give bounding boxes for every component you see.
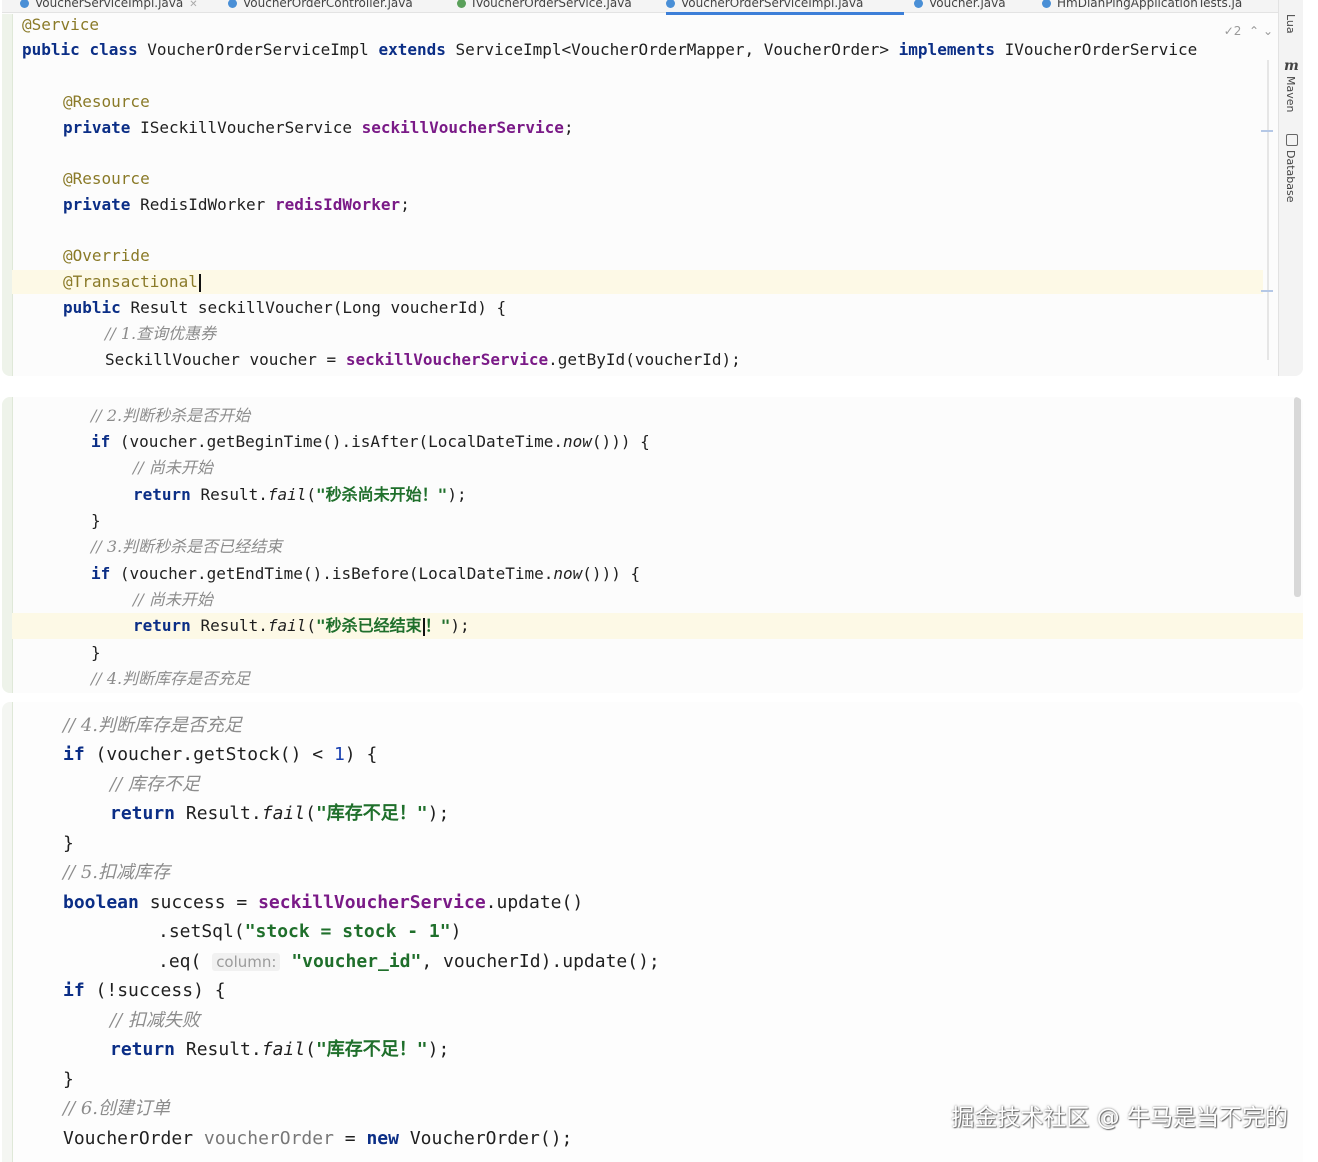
code-line: @Service: [22, 15, 100, 34]
code-line: @Resource: [63, 169, 150, 188]
code-line: // 2.判断秒杀是否开始: [91, 406, 251, 425]
code-line: }: [91, 511, 101, 530]
editor-tab-bar: VoucherServiceImpl.java ✕ VoucherOrderCon…: [2, 0, 1303, 15]
code-line: }: [63, 1069, 74, 1090]
chevron-up-icon[interactable]: ⌃: [1249, 24, 1259, 38]
tab-application-tests[interactable]: HmDianPingApplicationTests.ja: [1042, 0, 1264, 12]
code-line: // 尚未开始: [133, 458, 213, 477]
editor-panel-middle: // 2.判断秒杀是否开始 if (voucher.getBeginTime()…: [2, 397, 1303, 693]
code-line: return Result.fail("秒杀已经结束 ！");: [133, 616, 470, 636]
code-line: // 6.创建订单: [63, 1098, 171, 1119]
code-line: .eq( column: "voucher_id", voucherId).up…: [158, 951, 660, 972]
tab-voucher[interactable]: Voucher.java: [914, 0, 1032, 12]
code-line: }: [63, 833, 74, 854]
sidebar-database[interactable]: Database: [1284, 150, 1297, 203]
java-class-icon: [914, 0, 923, 8]
java-interface-icon: [457, 0, 466, 8]
maven-icon: m: [1284, 58, 1299, 74]
sidebar-maven[interactable]: Maven: [1284, 76, 1297, 112]
code-line: if (voucher.getStock() < 1) {: [63, 744, 378, 765]
tab-voucher-service-impl[interactable]: VoucherServiceImpl.java ✕: [20, 0, 220, 12]
text-caret: [198, 273, 201, 292]
code-line: @Resource: [63, 92, 150, 111]
code-line: // 1.查询优惠券: [105, 324, 217, 343]
code-line: .setSql("stock = stock - 1"): [158, 921, 462, 942]
code-line: // 4.判断库存是否充足: [63, 715, 243, 736]
editor-gutter: [2, 397, 13, 693]
java-class-icon: [666, 0, 675, 8]
code-line: if (!success) {: [63, 980, 226, 1001]
sidebar-lua[interactable]: Lua: [1284, 14, 1297, 34]
java-class-icon: [228, 0, 237, 8]
code-line: private RedisIdWorker redisIdWorker;: [63, 195, 410, 214]
code-line: if (voucher.getEndTime().isBefore(LocalD…: [91, 564, 641, 583]
code-line: // 尚未开始: [133, 590, 213, 609]
code-line: boolean success = seckillVoucherService.…: [63, 892, 584, 913]
right-tool-sidebar: Lua m Maven Database: [1278, 0, 1303, 376]
watermark: 掘金技术社区 @ 牛马是当不完的: [951, 1105, 1288, 1131]
code-line: return Result.fail("库存不足！");: [110, 803, 450, 824]
stripe-marker[interactable]: [1261, 130, 1273, 132]
code-line: // 4.判断库存是否充足: [91, 669, 251, 688]
java-class-icon: [1042, 0, 1051, 8]
editor-gutter: [2, 702, 13, 1162]
vertical-scrollbar[interactable]: [1294, 397, 1301, 597]
editor-panel-bottom: // 4.判断库存是否充足 if (voucher.getStock() < 1…: [2, 702, 1303, 1162]
code-line: private ISeckillVoucherService seckillVo…: [63, 118, 574, 137]
code-line: // 扣减失败: [110, 1010, 200, 1031]
code-line: public class VoucherOrderServiceImpl ext…: [22, 40, 1198, 59]
code-line: return Result.fail("秒杀尚未开始！");: [133, 485, 467, 504]
error-stripe[interactable]: [1267, 60, 1269, 360]
code-line: public Result seckillVoucher(Long vouche…: [63, 298, 507, 317]
code-line: return Result.fail("库存不足！");: [110, 1039, 450, 1060]
code-line: // 3.判断秒杀是否已经结束: [91, 537, 283, 556]
code-line: // 5.扣减库存: [63, 862, 171, 883]
java-class-icon: [20, 0, 29, 8]
code-line: if (voucher.getBeginTime().isAfter(Local…: [91, 432, 650, 451]
close-icon[interactable]: ✕: [189, 0, 197, 10]
code-line: }: [91, 643, 101, 662]
inspection-widget[interactable]: ✓2 ⌃ ⌄: [1224, 24, 1273, 38]
stripe-marker[interactable]: [1261, 290, 1273, 292]
tab-voucher-order-controller[interactable]: VoucherOrderController.java: [228, 0, 448, 12]
code-line: SeckillVoucher voucher = seckillVoucherS…: [105, 350, 741, 369]
tab-ivoucher-order-service[interactable]: IVoucherOrderService.java: [457, 0, 657, 12]
editor-panel-top: VoucherServiceImpl.java ✕ VoucherOrderCon…: [2, 0, 1303, 376]
code-line: @Transactional: [63, 272, 201, 292]
parameter-hint: column:: [212, 953, 281, 971]
chevron-down-icon[interactable]: ⌄: [1263, 24, 1273, 38]
editor-gutter: [2, 14, 13, 376]
check-icon: ✓: [1223, 24, 1234, 38]
code-line: // 库存不足: [110, 774, 200, 795]
code-line: VoucherOrder voucherOrder = new VoucherO…: [63, 1128, 573, 1149]
code-line: @Override: [63, 246, 150, 265]
database-icon: [1286, 134, 1298, 146]
tab-voucher-order-service-impl[interactable]: VoucherOrderServiceImpl.java: [666, 0, 904, 15]
